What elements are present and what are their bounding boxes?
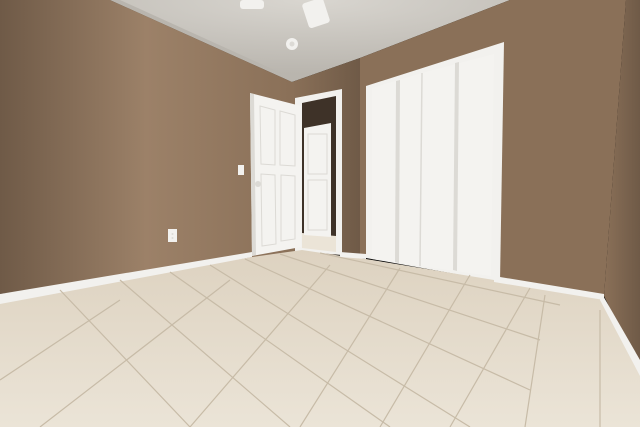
- smoke-detector-center: [289, 41, 295, 47]
- outlet-socket: [171, 237, 174, 239]
- power-outlet: [168, 229, 177, 242]
- outlet-socket: [171, 233, 174, 235]
- bedroom-photo: [0, 0, 640, 427]
- door-knob: [255, 181, 261, 187]
- light-switch: [238, 165, 244, 175]
- ceiling-fan-blade: [240, 0, 264, 9]
